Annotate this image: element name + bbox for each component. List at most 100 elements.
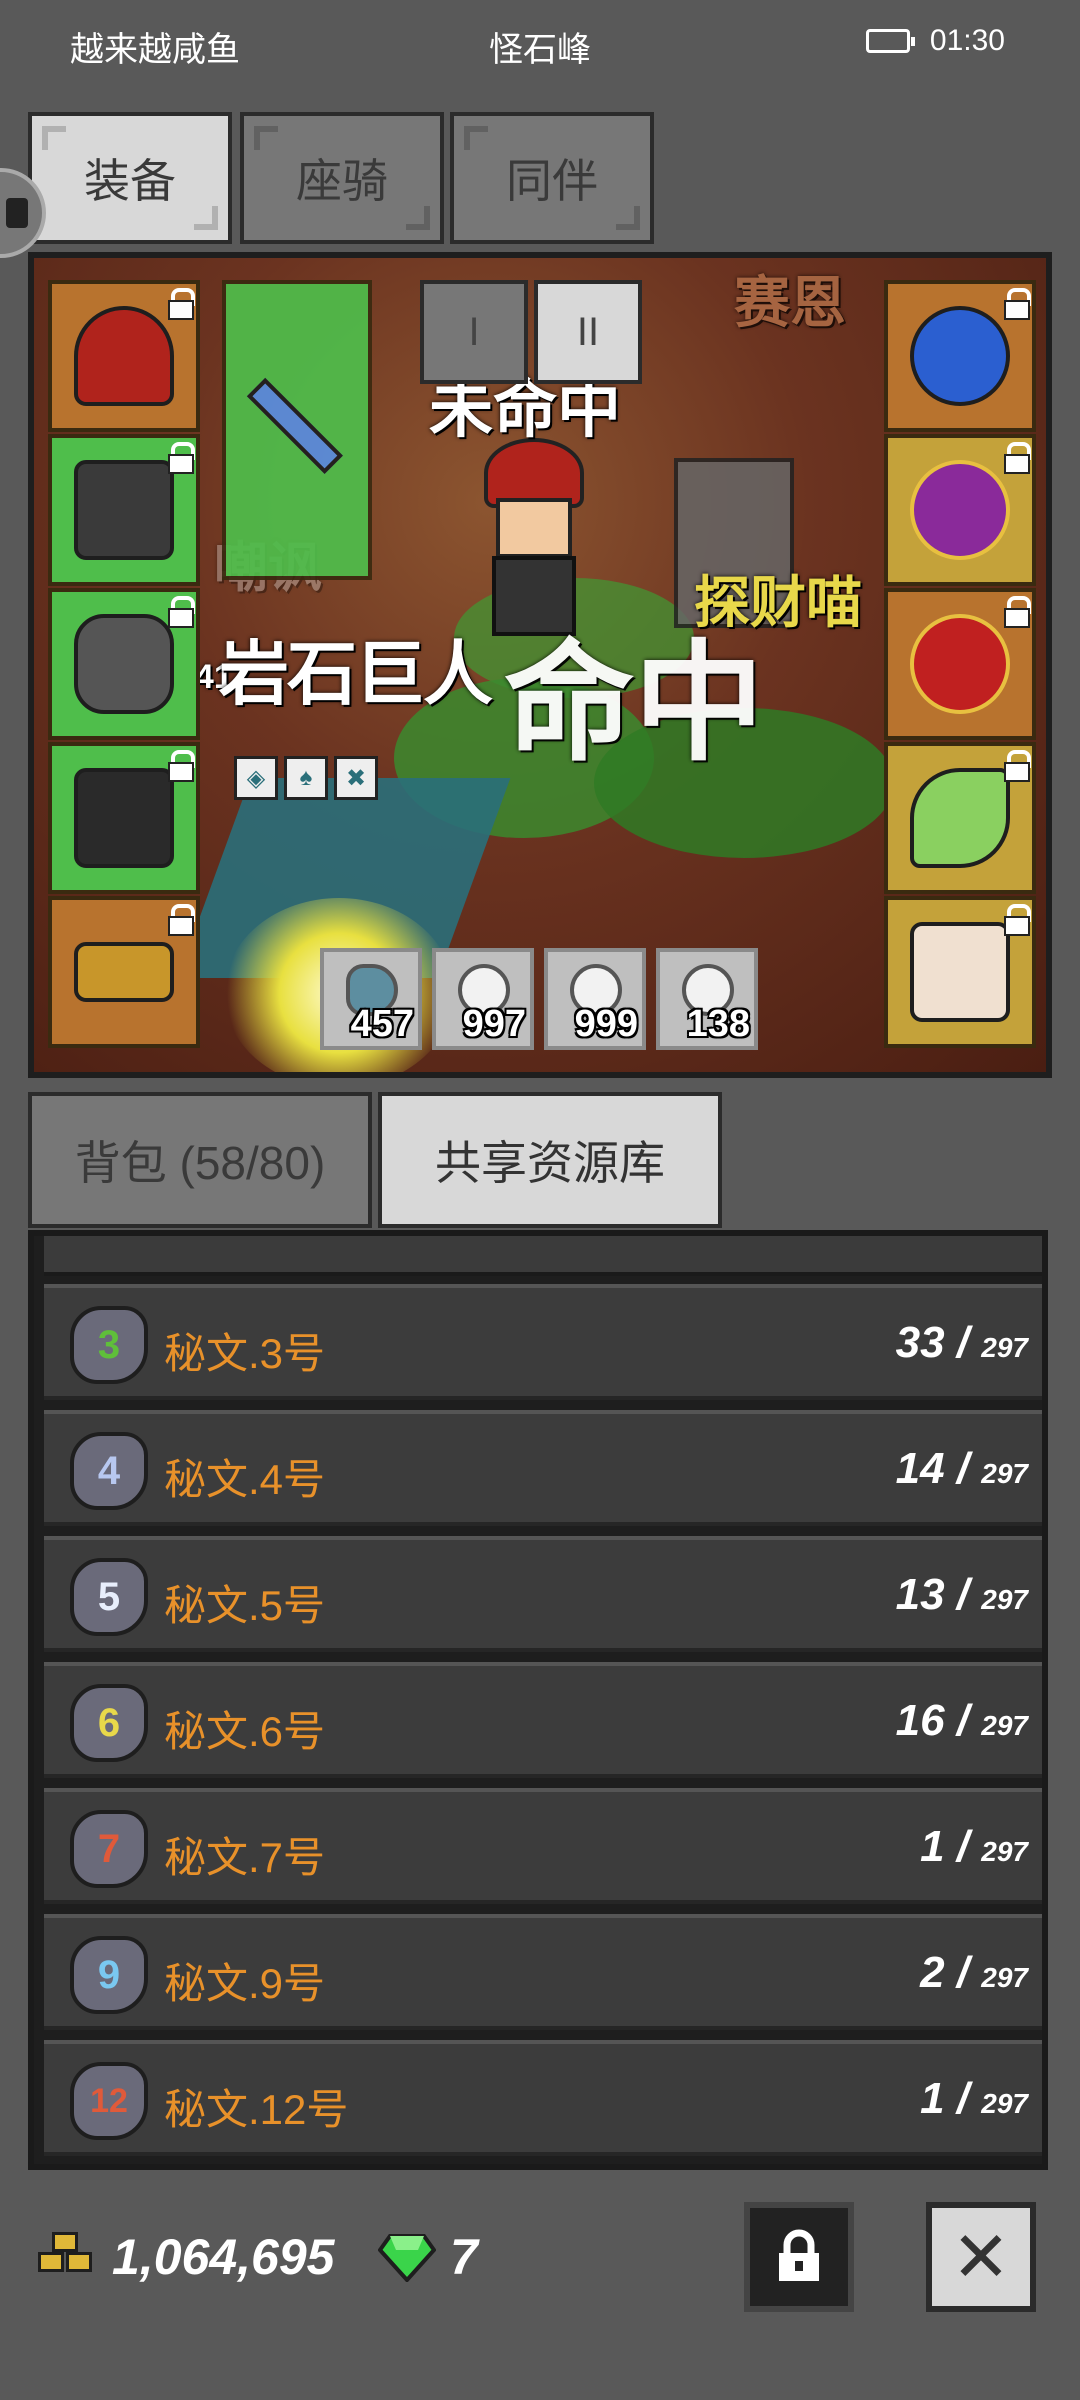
weapon-slot[interactable] (222, 280, 372, 580)
item-count: 14 / 297 (895, 1444, 1028, 1493)
item-name: 秘文.4号 (164, 1456, 326, 1503)
item-name: 秘文.6号 (164, 1708, 326, 1755)
lock-icon (168, 288, 195, 320)
consumable-count: 997 (462, 1003, 526, 1045)
consumable-slot[interactable]: 138 (656, 948, 758, 1050)
gem-amount: 7 (450, 2229, 478, 2285)
status-right: 01:30 (865, 24, 1005, 58)
item-name: 秘文.7号 (164, 1834, 326, 1881)
equip-page-1[interactable]: I (420, 280, 528, 384)
consumables-bar: 457 997 999 138 (320, 948, 758, 1050)
ring-slot[interactable] (884, 434, 1036, 586)
rune-stone-icon: 12 (70, 2062, 148, 2140)
enemy-name: 岩石巨人 (219, 635, 493, 713)
item-count: 16 / 297 (895, 1696, 1028, 1745)
item-name: 秘文.12号 (164, 2086, 349, 2133)
belt-slot[interactable] (48, 896, 200, 1048)
shield-buff-icon: ◈ (234, 756, 278, 800)
lock-button[interactable] (744, 2202, 854, 2312)
boots-slot[interactable] (48, 742, 200, 894)
list-item[interactable]: 6 秘文.6号 16 / 297 (44, 1662, 1042, 1778)
lock-icon (168, 596, 195, 628)
tab-shared-storage[interactable]: 共享资源库 (378, 1092, 722, 1228)
amulet-icon (910, 306, 1010, 406)
rune-stone-icon: 3 (70, 1306, 148, 1384)
equipment-panel: 赛恩 未命中 嘲讽 探财喵 241 岩石巨人 命中 ◈ ♠ ✖ I II 457… (28, 252, 1052, 1078)
rune-stone-icon: 7 (70, 1810, 148, 1888)
consumable-slot[interactable]: 999 (544, 948, 646, 1050)
tab-label: 背包 (58/80) (74, 1137, 326, 1189)
cat-pet-icon (910, 922, 1010, 1022)
green-charm-icon (910, 768, 1010, 868)
lock-icon (1004, 288, 1031, 320)
lock-icon (168, 750, 195, 782)
resource-list[interactable]: 3 秘文.3号 33 / 297 4 秘文.4号 14 / 297 5 秘文.5… (28, 1230, 1048, 2170)
lock-icon (168, 904, 195, 936)
tab-label: 座骑 (296, 155, 388, 207)
lock-icon (1004, 596, 1031, 628)
ring-red-slot[interactable] (884, 588, 1036, 740)
lock-icon (779, 2229, 819, 2281)
list-item[interactable]: 4 秘文.4号 14 / 297 (44, 1410, 1042, 1526)
tab-label: 共享资源库 (435, 1137, 665, 1189)
gauntlet-icon (74, 614, 174, 714)
hit-text: 命中 (504, 630, 765, 776)
charm-slot[interactable] (884, 742, 1036, 894)
consumable-count: 457 (350, 1003, 414, 1045)
rune-stone-icon: 9 (70, 1936, 148, 2014)
gold-amount: 1,064,695 (112, 2229, 335, 2285)
battery-icon (865, 29, 915, 53)
sword-icon (246, 377, 343, 474)
armor-slot[interactable] (48, 434, 200, 586)
consumable-slot[interactable]: 457 (320, 948, 422, 1050)
lock-icon (1004, 442, 1031, 474)
tab-companion[interactable]: 同伴 (450, 112, 654, 244)
amulet-slot[interactable] (884, 280, 1036, 432)
tab-equipment[interactable]: 装备 (28, 112, 232, 244)
list-item-partial (44, 1236, 1042, 1276)
pet-slot[interactable] (884, 896, 1036, 1048)
consumable-slot[interactable]: 997 (432, 948, 534, 1050)
list-item[interactable]: 12 秘文.12号 1 / 297 (44, 2040, 1042, 2156)
lock-icon (340, 288, 362, 316)
belt-icon (74, 942, 174, 1002)
list-item[interactable]: 7 秘文.7号 1 / 297 (44, 1788, 1042, 1904)
helmet-icon (74, 306, 174, 406)
tab-label: 装备 (84, 155, 176, 207)
armor-icon (74, 460, 174, 560)
gem-icon (378, 2234, 436, 2282)
list-item[interactable]: 3 秘文.3号 33 / 297 (44, 1284, 1042, 1400)
rune-stone-icon: 5 (70, 1558, 148, 1636)
item-name: 秘文.3号 (164, 1330, 326, 1377)
close-button[interactable]: ✕ (926, 2202, 1036, 2312)
skull-buff-icon: ✖ (334, 756, 378, 800)
rune-stone-icon: 6 (70, 1684, 148, 1762)
list-item[interactable]: 9 秘文.9号 2 / 297 (44, 1914, 1042, 2030)
equip-page-2[interactable]: II (534, 280, 642, 384)
consumable-count: 999 (574, 1003, 638, 1045)
gold-icon (38, 2232, 100, 2278)
close-icon: ✕ (951, 2218, 1011, 2296)
tab-backpack[interactable]: 背包 (58/80) (28, 1092, 372, 1228)
ghost-buff-icon: ♠ (284, 756, 328, 800)
list-item[interactable]: 5 秘文.5号 13 / 297 (44, 1536, 1042, 1652)
boots-icon (74, 768, 174, 868)
consumable-count: 138 (686, 1003, 750, 1045)
item-count: 13 / 297 (895, 1570, 1028, 1619)
status-bar: 越来越咸鱼 怪石峰 01:30 (0, 0, 1080, 90)
tab-label: 同伴 (506, 155, 598, 207)
item-count: 2 / 297 (920, 1948, 1028, 1997)
helmet-slot[interactable] (48, 280, 200, 432)
gauntlet-slot[interactable] (48, 588, 200, 740)
handle-icon (6, 198, 28, 228)
item-name: 秘文.9号 (164, 1960, 326, 2007)
lock-icon (168, 442, 195, 474)
tab-mount[interactable]: 座骑 (240, 112, 444, 244)
ring-red-icon (910, 614, 1010, 714)
item-count: 1 / 297 (920, 2074, 1028, 2123)
equip-page-toggle: I II (420, 280, 642, 384)
item-name: 秘文.5号 (164, 1582, 326, 1629)
buff-icons: ◈ ♠ ✖ (234, 756, 378, 800)
lock-icon (1004, 750, 1031, 782)
clock: 01:30 (929, 24, 1005, 57)
